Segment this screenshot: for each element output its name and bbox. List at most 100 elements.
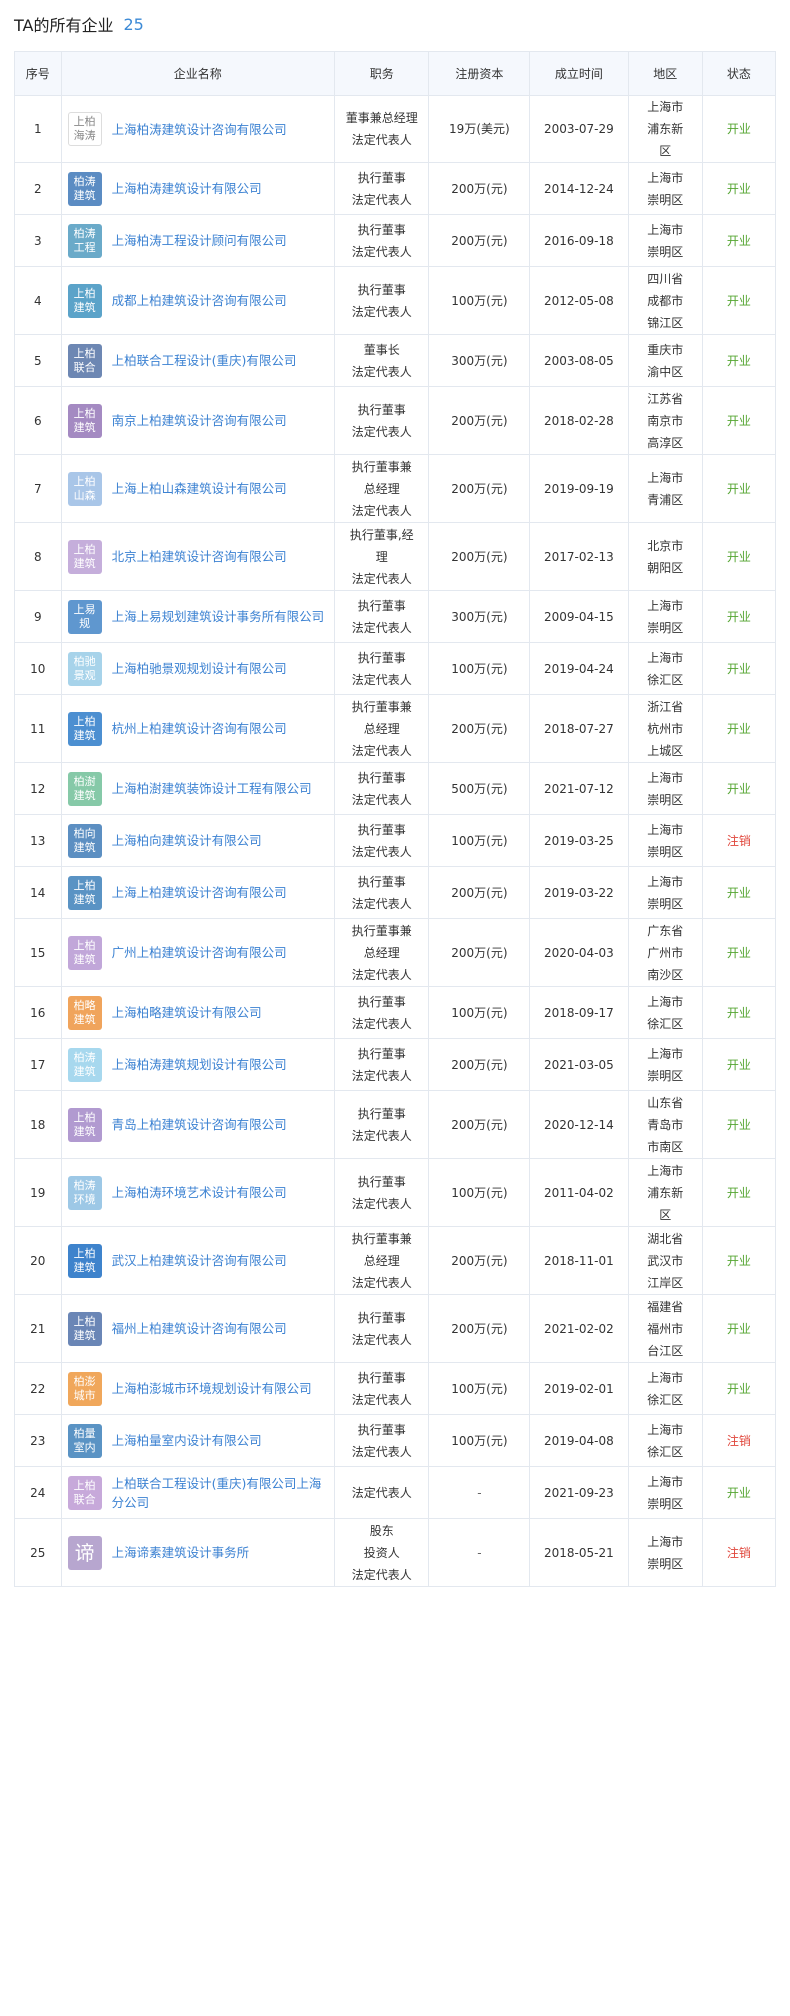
status-badge: 开业 (701, 1038, 777, 1091)
status-badge: 开业 (701, 1158, 777, 1227)
company-logo[interactable]: 柏驰 景观 (67, 651, 102, 686)
table-row: 20 上柏 建筑 武汉上柏建筑设计咨询有限公司 执行董事兼 总经理 法定代表人 200万… (14, 1226, 777, 1295)
company-name-link[interactable]: 上海柏涛环境艺术设计有限公司 (112, 1183, 287, 1202)
status-badge: 开业 (701, 590, 777, 643)
table-row: 18 上柏 建筑 青岛上柏建筑设计咨询有限公司 执行董事 法定代表人 200万(元) 20… (14, 1090, 777, 1159)
company-logo[interactable]: 柏澎 城市 (67, 1371, 102, 1406)
row-index: 9 (14, 590, 62, 643)
company-name-link[interactable]: 上柏联合工程设计(重庆)有限公司上海分公司 (112, 1474, 328, 1512)
capital-cell: 200万(元) (428, 454, 531, 523)
company-name-link[interactable]: 福州上柏建筑设计咨询有限公司 (112, 1319, 287, 1338)
company-name-link[interactable]: 上海柏涛建筑规划设计有限公司 (112, 1055, 287, 1074)
company-cell-content: 柏澎 城市 上海柏澎城市环境规划设计有限公司 (67, 1371, 328, 1406)
company-logo[interactable]: 上柏 建筑 (67, 1243, 102, 1278)
table-row: 16 柏略 建筑 上海柏略建筑设计有限公司 执行董事 法定代表人 100万(元) 2018… (14, 986, 777, 1039)
company-logo[interactable]: 上柏 建筑 (67, 539, 102, 574)
table-row: 11 上柏 建筑 杭州上柏建筑设计咨询有限公司 执行董事兼 总经理 法定代表人 200万… (14, 694, 777, 763)
date-cell: 2019-09-19 (529, 454, 629, 523)
row-index: 16 (14, 986, 62, 1039)
company-logo[interactable]: 上柏 建筑 (67, 711, 102, 746)
company-logo[interactable]: 柏略 建筑 (67, 995, 102, 1030)
row-index: 2 (14, 162, 62, 215)
company-name-link[interactable]: 成都上柏建筑设计咨询有限公司 (112, 291, 287, 310)
date-cell: 2017-02-13 (529, 522, 629, 591)
company-name-link[interactable]: 青岛上柏建筑设计咨询有限公司 (112, 1115, 287, 1134)
company-logo[interactable]: 上柏 建筑 (67, 283, 102, 318)
company-name-link[interactable]: 北京上柏建筑设计咨询有限公司 (112, 547, 287, 566)
company-name-link[interactable]: 广州上柏建筑设计咨询有限公司 (112, 943, 287, 962)
row-index: 11 (14, 694, 62, 763)
role-cell: 执行董事 法定代表人 (333, 1038, 430, 1091)
status-badge: 注销 (701, 814, 777, 867)
capital-cell: 100万(元) (428, 1362, 531, 1415)
company-name-link[interactable]: 上海柏向建筑设计有限公司 (112, 831, 262, 850)
region-cell: 上海市 徐汇区 (627, 1362, 703, 1415)
company-name-link[interactable]: 上海柏澍建筑装饰设计工程有限公司 (112, 779, 312, 798)
company-cell: 柏略 建筑 上海柏略建筑设计有限公司 (60, 986, 336, 1039)
capital-cell: 200万(元) (428, 1294, 531, 1363)
role-cell: 法定代表人 (333, 1466, 430, 1519)
company-logo[interactable]: 上柏 建筑 (67, 935, 102, 970)
company-cell-content: 柏涛 工程 上海柏涛工程设计顾问有限公司 (67, 223, 328, 258)
company-name-link[interactable]: 上柏联合工程设计(重庆)有限公司 (112, 351, 297, 370)
company-name-link[interactable]: 杭州上柏建筑设计咨询有限公司 (112, 719, 287, 738)
table-row: 21 上柏 建筑 福州上柏建筑设计咨询有限公司 执行董事 法定代表人 200万(元) 20… (14, 1294, 777, 1363)
status-badge: 开业 (701, 334, 777, 387)
company-name-link[interactable]: 上海上柏建筑设计咨询有限公司 (112, 883, 287, 902)
company-logo[interactable]: 上柏 海涛 (67, 112, 102, 146)
capital-cell: 200万(元) (428, 522, 531, 591)
company-logo[interactable]: 上易 规 (67, 599, 102, 634)
company-logo[interactable]: 柏澍 建筑 (67, 771, 102, 806)
company-logo[interactable]: 上柏 联合 (67, 1475, 102, 1510)
table-row: 10 柏驰 景观 上海柏驰景观规划设计有限公司 执行董事 法定代表人 100万(元) 20… (14, 642, 777, 695)
role-cell: 执行董事兼 总经理 法定代表人 (333, 918, 430, 987)
company-name-link[interactable]: 武汉上柏建筑设计咨询有限公司 (112, 1251, 287, 1270)
row-index: 15 (14, 918, 62, 987)
company-logo[interactable]: 柏涛 建筑 (67, 1047, 102, 1082)
company-name-link[interactable]: 上海柏量室内设计有限公司 (112, 1431, 262, 1450)
company-cell: 上柏 建筑 福州上柏建筑设计咨询有限公司 (60, 1294, 336, 1363)
company-cell: 上柏 建筑 杭州上柏建筑设计咨询有限公司 (60, 694, 336, 763)
status-badge: 开业 (701, 386, 777, 455)
capital-cell: 200万(元) (428, 1090, 531, 1159)
company-name-link[interactable]: 上海柏驰景观规划设计有限公司 (112, 659, 287, 678)
company-cell: 柏驰 景观 上海柏驰景观规划设计有限公司 (60, 642, 336, 695)
company-logo[interactable]: 柏涛 环境 (67, 1175, 102, 1210)
row-index: 24 (14, 1466, 62, 1519)
company-name-link[interactable]: 南京上柏建筑设计咨询有限公司 (112, 411, 287, 430)
capital-cell: 200万(元) (428, 386, 531, 455)
company-logo[interactable]: 上柏 建筑 (67, 875, 102, 910)
region-cell: 江苏省 南京市 高淳区 (627, 386, 703, 455)
company-name-link[interactable]: 上海柏涛工程设计顾问有限公司 (112, 231, 287, 250)
company-cell: 柏澍 建筑 上海柏澍建筑装饰设计工程有限公司 (60, 762, 336, 815)
company-name-link[interactable]: 上海上易规划建筑设计事务所有限公司 (112, 607, 325, 626)
company-logo[interactable]: 柏向 建筑 (67, 823, 102, 858)
company-cell: 上柏 建筑 北京上柏建筑设计咨询有限公司 (60, 522, 336, 591)
role-cell: 执行董事 法定代表人 (333, 866, 430, 919)
company-logo[interactable]: 柏量 室内 (67, 1423, 102, 1458)
company-logo[interactable]: 上柏 建筑 (67, 403, 102, 438)
company-name-link[interactable]: 上海柏澎城市环境规划设计有限公司 (112, 1379, 312, 1398)
company-logo[interactable]: 柏涛 工程 (67, 223, 102, 258)
company-cell: 上柏 建筑 南京上柏建筑设计咨询有限公司 (60, 386, 336, 455)
company-logo[interactable]: 上柏 建筑 (67, 1311, 102, 1346)
capital-cell: 300万(元) (428, 590, 531, 643)
company-logo[interactable]: 谛 (67, 1535, 102, 1570)
company-name-link[interactable]: 上海谛素建筑设计事务所 (112, 1543, 250, 1562)
company-cell-content: 上柏 建筑 杭州上柏建筑设计咨询有限公司 (67, 711, 328, 746)
role-cell: 执行董事 法定代表人 (333, 1362, 430, 1415)
role-cell: 执行董事 法定代表人 (333, 1294, 430, 1363)
table-row: 23 柏量 室内 上海柏量室内设计有限公司 执行董事 法定代表人 100万(元) 2019… (14, 1414, 777, 1467)
company-name-link[interactable]: 上海柏略建筑设计有限公司 (112, 1003, 262, 1022)
company-logo[interactable]: 柏涛 建筑 (67, 171, 102, 206)
company-logo[interactable]: 上柏 山森 (67, 471, 102, 506)
company-name-link[interactable]: 上海柏涛建筑设计咨询有限公司 (112, 120, 287, 139)
capital-cell: 19万(美元) (428, 95, 531, 163)
date-cell: 2016-09-18 (529, 214, 629, 267)
company-logo[interactable]: 上柏 建筑 (67, 1107, 102, 1142)
company-name-link[interactable]: 上海柏涛建筑设计有限公司 (112, 179, 262, 198)
region-cell: 上海市 崇明区 (627, 590, 703, 643)
company-logo[interactable]: 上柏 联合 (67, 343, 102, 378)
capital-cell: 500万(元) (428, 762, 531, 815)
company-name-link[interactable]: 上海上柏山森建筑设计有限公司 (112, 479, 287, 498)
